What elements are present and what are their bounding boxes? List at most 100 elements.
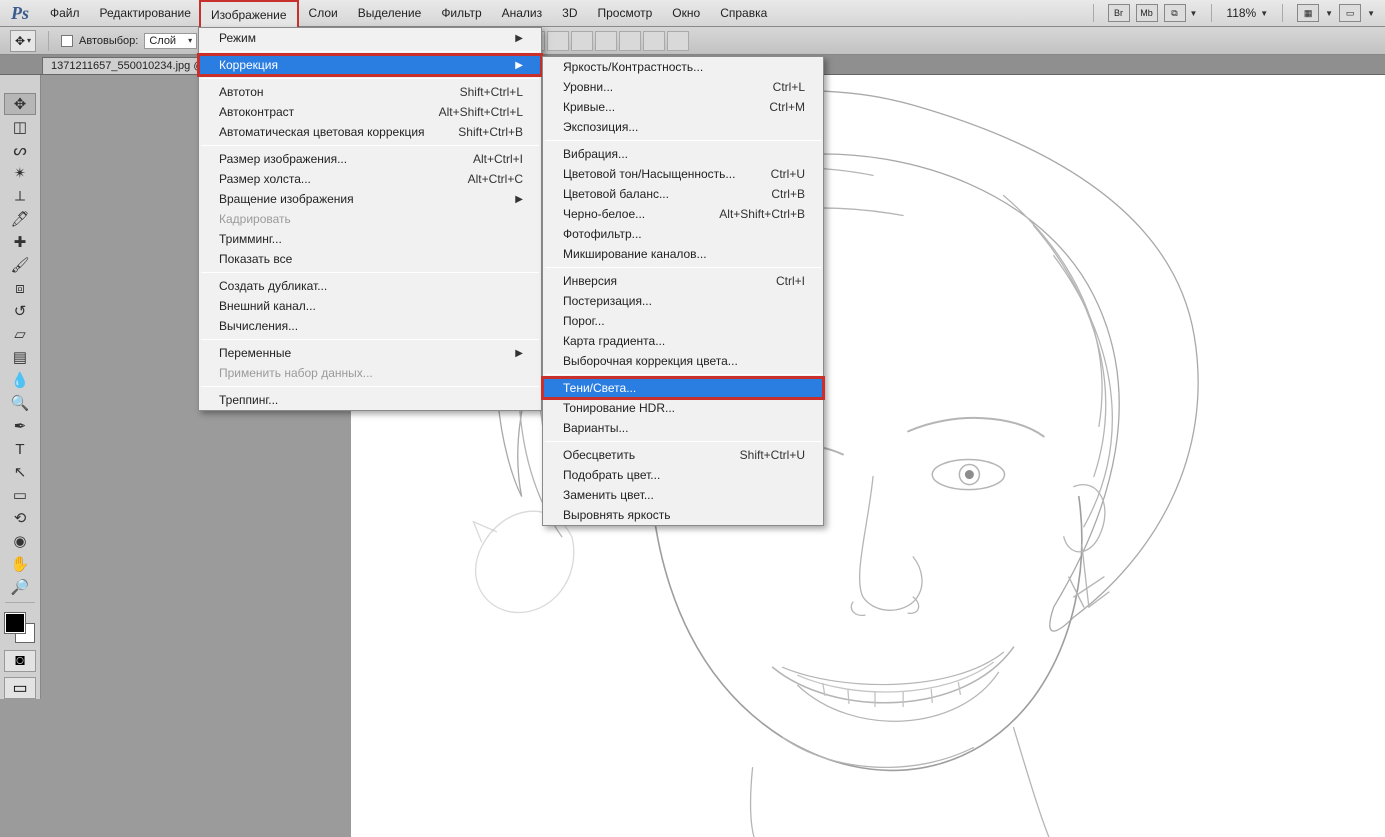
- bridge-icon[interactable]: Br: [1108, 4, 1130, 22]
- eyedropper-tool[interactable]: 🖊: [4, 208, 36, 230]
- image-menu-item[interactable]: Показать все: [199, 249, 541, 269]
- distribute-icon[interactable]: [667, 31, 689, 51]
- menu-3d[interactable]: 3D: [552, 0, 587, 27]
- menu-separator: [545, 140, 821, 141]
- menu-редактирование[interactable]: Редактирование: [90, 0, 201, 27]
- shape-tool[interactable]: ▭: [4, 484, 36, 506]
- menu-окно[interactable]: Окно: [662, 0, 710, 27]
- adjust-menu-item[interactable]: ОбесцветитьShift+Ctrl+U: [543, 445, 823, 465]
- gradient-tool[interactable]: ▤: [4, 346, 36, 368]
- auto-select-checkbox[interactable]: [61, 35, 73, 47]
- tools-panel: ✥ ◫ ᔕ ✴ ⟂ 🖊 ✚ 🖌 ⧈ ↺ ▱ ▤ 💧 🔍 ✒ T ↖ ▭ ⟲ ◉ …: [0, 75, 41, 699]
- image-menu-item[interactable]: АвтотонShift+Ctrl+L: [199, 82, 541, 102]
- zoom-level[interactable]: 118% ▼: [1226, 6, 1268, 20]
- adjust-menu-item[interactable]: Вибрация...: [543, 144, 823, 164]
- image-menu-item[interactable]: Создать дубликат...: [199, 276, 541, 296]
- menu-изображение[interactable]: Изображение: [199, 0, 299, 27]
- foreground-color[interactable]: [5, 613, 25, 633]
- history-brush-tool[interactable]: ↺: [4, 300, 36, 322]
- adjust-menu-item[interactable]: Заменить цвет...: [543, 485, 823, 505]
- pen-tool[interactable]: ✒: [4, 415, 36, 437]
- adjust-menu-item[interactable]: Черно-белое...Alt+Shift+Ctrl+B: [543, 204, 823, 224]
- menu-фильтр[interactable]: Фильтр: [431, 0, 491, 27]
- align-icon[interactable]: [595, 31, 617, 51]
- align-icon[interactable]: [643, 31, 665, 51]
- image-menu-item[interactable]: Режим▶: [199, 28, 541, 48]
- wand-tool[interactable]: ✴: [4, 162, 36, 184]
- menu-item-label: Кривые...: [563, 100, 739, 114]
- menu-item-label: Тонирование HDR...: [563, 401, 805, 415]
- image-menu-item[interactable]: Вращение изображения▶: [199, 189, 541, 209]
- image-menu-dropdown: Режим▶ Коррекция▶ АвтотонShift+Ctrl+LАвток…: [198, 27, 542, 411]
- blur-tool[interactable]: 💧: [4, 369, 36, 391]
- adjust-menu-item[interactable]: Уровни...Ctrl+L: [543, 77, 823, 97]
- adjust-menu-item[interactable]: Кривые...Ctrl+M: [543, 97, 823, 117]
- menu-item-label: Переменные: [219, 346, 485, 360]
- image-menu-item[interactable]: Размер холста...Alt+Ctrl+C: [199, 169, 541, 189]
- adjust-menu-item[interactable]: Яркость/Контрастность...: [543, 57, 823, 77]
- adjust-menu-item[interactable]: Подобрать цвет...: [543, 465, 823, 485]
- image-menu-item[interactable]: Переменные▶: [199, 343, 541, 363]
- image-menu-item[interactable]: Тримминг...: [199, 229, 541, 249]
- adjust-menu-item[interactable]: Тонирование HDR...: [543, 398, 823, 418]
- workspace-icon[interactable]: ▭: [1339, 4, 1361, 22]
- menu-просмотр[interactable]: Просмотр: [587, 0, 662, 27]
- image-menu-item[interactable]: АвтоконтрастAlt+Shift+Ctrl+L: [199, 102, 541, 122]
- menu-справка[interactable]: Справка: [710, 0, 777, 27]
- 3d-camera-tool[interactable]: ◉: [4, 530, 36, 552]
- arrange-docs-icon[interactable]: ▦: [1297, 4, 1319, 22]
- adjust-menu-item[interactable]: ИнверсияCtrl+I: [543, 271, 823, 291]
- adjust-menu-item[interactable]: Экспозиция...: [543, 117, 823, 137]
- align-icon[interactable]: [547, 31, 569, 51]
- adjust-menu-item[interactable]: Постеризация...: [543, 291, 823, 311]
- healing-tool[interactable]: ✚: [4, 231, 36, 253]
- image-menu-item[interactable]: Коррекция▶: [199, 55, 541, 75]
- adjust-menu-item[interactable]: Карта градиента...: [543, 331, 823, 351]
- auto-select-value: Слой: [149, 35, 176, 47]
- adjust-menu-item[interactable]: Микширование каналов...: [543, 244, 823, 264]
- adjust-menu-item[interactable]: Фотофильтр...: [543, 224, 823, 244]
- image-menu-item[interactable]: Размер изображения...Alt+Ctrl+I: [199, 149, 541, 169]
- align-icon[interactable]: [619, 31, 641, 51]
- screen-mode-button[interactable]: ▭: [4, 677, 36, 699]
- brush-tool[interactable]: 🖌: [4, 254, 36, 276]
- auto-select-dropdown[interactable]: Слой ▾: [144, 33, 197, 49]
- path-tool[interactable]: ↖: [4, 461, 36, 483]
- adjust-menu-item[interactable]: Выровнять яркость: [543, 505, 823, 525]
- image-menu-item[interactable]: Внешний канал...: [199, 296, 541, 316]
- screen-mode-dropdown[interactable]: ⧉ ▼: [1164, 4, 1198, 22]
- adjust-menu-item[interactable]: Варианты...: [543, 418, 823, 438]
- image-menu-item[interactable]: Автоматическая цветовая коррекцияShift+C…: [199, 122, 541, 142]
- dodge-tool[interactable]: 🔍: [4, 392, 36, 414]
- move-tool[interactable]: ✥: [4, 93, 36, 115]
- align-icon[interactable]: [571, 31, 593, 51]
- adjust-menu-item[interactable]: Цветовой баланс...Ctrl+B: [543, 184, 823, 204]
- hand-tool[interactable]: ✋: [4, 553, 36, 575]
- menu-выделение[interactable]: Выделение: [348, 0, 432, 27]
- adjust-menu-item[interactable]: Цветовой тон/Насыщенность...Ctrl+U: [543, 164, 823, 184]
- image-menu-item[interactable]: Вычисления...: [199, 316, 541, 336]
- eraser-tool[interactable]: ▱: [4, 323, 36, 345]
- menu-файл[interactable]: Файл: [40, 0, 90, 27]
- quick-mask-button[interactable]: ◙: [4, 650, 36, 672]
- minibridge-icon[interactable]: Mb: [1136, 4, 1158, 22]
- menu-анализ[interactable]: Анализ: [492, 0, 553, 27]
- crop-tool[interactable]: ⟂: [4, 185, 36, 207]
- menubar: Ps ФайлРедактированиеИзображениеСлоиВыде…: [0, 0, 1385, 27]
- document-tab-label: 1371211657_550010234.jpg @: [51, 60, 205, 72]
- adjust-menu-item[interactable]: Тени/Света...: [543, 378, 823, 398]
- menu-item-label: Показать все: [219, 252, 523, 266]
- color-swatches[interactable]: [3, 611, 37, 645]
- adjust-menu-item[interactable]: Выборочная коррекция цвета...: [543, 351, 823, 371]
- lasso-tool[interactable]: ᔕ: [4, 139, 36, 161]
- move-tool-preset-icon[interactable]: ✥▾: [10, 30, 36, 52]
- screen-mode-icon: ⧉: [1164, 4, 1186, 22]
- adjust-menu-item[interactable]: Порог...: [543, 311, 823, 331]
- 3d-tool[interactable]: ⟲: [4, 507, 36, 529]
- zoom-tool[interactable]: 🔎: [4, 576, 36, 598]
- image-menu-item[interactable]: Треппинг...: [199, 390, 541, 410]
- menu-слои[interactable]: Слои: [299, 0, 348, 27]
- type-tool[interactable]: T: [4, 438, 36, 460]
- clone-tool[interactable]: ⧈: [4, 277, 36, 299]
- marquee-tool[interactable]: ◫: [4, 116, 36, 138]
